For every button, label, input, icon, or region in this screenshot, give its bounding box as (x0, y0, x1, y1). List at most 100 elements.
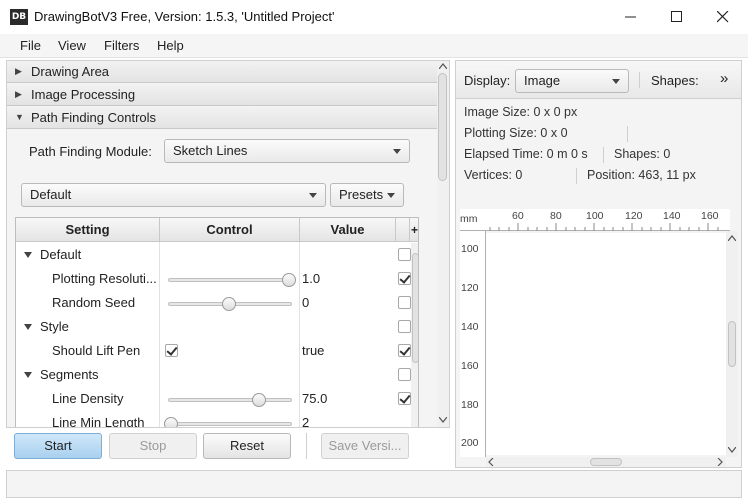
menu-file[interactable]: File (20, 38, 41, 53)
maximize-button[interactable] (654, 0, 700, 34)
column-header-value[interactable]: Value (300, 218, 396, 242)
scroll-up-icon[interactable] (728, 235, 736, 241)
vertical-ruler: 100 120 140 160 180 200 (460, 231, 486, 457)
chevron-down-icon (387, 193, 395, 198)
plotting-size-text: Plotting Size: 0 x 0 (464, 126, 568, 140)
collapse-triangle-icon[interactable] (24, 372, 32, 378)
viewer-toolbar: Display: Image Shapes: » (456, 61, 741, 99)
menu-help[interactable]: Help (157, 38, 184, 53)
slider-thumb[interactable] (252, 393, 266, 407)
panel-scrollbar-thumb[interactable] (438, 73, 447, 181)
horizontal-ruler: mm 60 80 100 120 140 160 (460, 209, 730, 231)
setting-value[interactable]: 75.0 (302, 391, 327, 406)
table-row[interactable]: Line Density 75.0 (16, 387, 418, 411)
setting-value[interactable]: true (302, 343, 324, 358)
table-row[interactable]: Random Seed 0 (16, 291, 418, 315)
window-title: DrawingBotV3 Free, Version: 1.5.3, 'Unti… (34, 9, 335, 24)
section-drawing-area[interactable]: ▶ Drawing Area (7, 61, 437, 83)
table-row-group[interactable]: Default (16, 243, 418, 267)
menu-view[interactable]: View (58, 38, 86, 53)
path-finding-module-select[interactable]: Sketch Lines (164, 139, 410, 163)
table-row-group[interactable]: Segments (16, 363, 418, 387)
setting-value[interactable]: 0 (302, 295, 309, 310)
setting-slider[interactable] (168, 398, 292, 402)
panel-scrollbar[interactable] (437, 61, 449, 427)
slider-thumb[interactable] (164, 417, 178, 427)
setting-label: Plotting Resoluti... (52, 271, 157, 286)
setting-value[interactable]: 2 (302, 415, 309, 427)
chevron-down-icon (309, 193, 317, 198)
scroll-left-icon[interactable] (488, 458, 494, 466)
presets-button[interactable]: Presets (330, 183, 404, 207)
menu-filters[interactable]: Filters (104, 38, 139, 53)
setting-value[interactable]: 1.0 (302, 271, 320, 286)
presets-label: Presets (339, 187, 384, 202)
viewer-vscroll-thumb[interactable] (728, 321, 736, 367)
position-text: Position: 463, 11 px (587, 168, 696, 182)
close-icon (717, 11, 729, 23)
viewer-horizontal-scrollbar[interactable] (486, 457, 726, 467)
row-checkbox[interactable] (398, 296, 411, 309)
table-scrollbar-thumb[interactable] (412, 253, 418, 363)
scroll-down-icon[interactable] (728, 447, 736, 453)
row-checkbox[interactable] (398, 320, 411, 333)
preset-select[interactable]: Default (21, 183, 326, 207)
app-logo-icon: DB (10, 9, 28, 25)
ruler-tick: 80 (550, 210, 562, 222)
section-image-processing[interactable]: ▶ Image Processing (7, 84, 437, 106)
drawing-canvas[interactable] (486, 233, 726, 455)
toolbar-overflow-icon[interactable]: » (720, 70, 728, 87)
row-checkbox[interactable] (398, 368, 411, 381)
section-label: Drawing Area (31, 64, 110, 79)
table-row-group[interactable]: Style (16, 315, 418, 339)
chevron-down-icon (393, 149, 401, 154)
row-checkbox[interactable] (398, 272, 411, 285)
scroll-up-icon[interactable] (439, 63, 447, 69)
column-header-control[interactable]: Control (160, 218, 300, 242)
reset-button[interactable]: Reset (203, 433, 291, 459)
close-button[interactable] (700, 0, 746, 34)
group-label: Default (40, 247, 82, 262)
display-select[interactable]: Image (515, 69, 629, 93)
viewer-hscroll-thumb[interactable] (590, 458, 622, 466)
row-checkbox[interactable] (398, 248, 411, 261)
ruler-ticks-x (489, 223, 719, 231)
table-row[interactable]: Line Min Length 2 (16, 411, 418, 427)
table-row[interactable]: Should Lift Pen true (16, 339, 418, 363)
slider-thumb[interactable] (282, 273, 296, 287)
should-lift-pen-checkbox[interactable] (165, 344, 178, 357)
column-header-setting[interactable]: Setting (16, 218, 160, 242)
scroll-right-icon[interactable] (717, 458, 723, 466)
section-label: Path Finding Controls (31, 110, 157, 125)
viewer-vertical-scrollbar[interactable] (726, 231, 738, 457)
section-path-finding[interactable]: ▼ Path Finding Controls (7, 107, 437, 129)
ruler-tick: 160 (701, 210, 719, 222)
image-size-text: Image Size: 0 x 0 px (464, 105, 578, 119)
minimize-icon (625, 16, 636, 18)
setting-label: Line Density (52, 391, 124, 406)
slider-thumb[interactable] (222, 297, 236, 311)
save-version-button[interactable]: Save Versi... (321, 433, 409, 459)
setting-label: Should Lift Pen (52, 343, 141, 358)
scroll-down-icon[interactable] (439, 417, 447, 423)
table-scrollbar[interactable] (411, 243, 418, 427)
row-checkbox[interactable] (398, 344, 411, 357)
collapse-triangle-icon[interactable] (24, 324, 32, 330)
start-button[interactable]: Start (14, 433, 102, 459)
add-column-button[interactable]: + (410, 218, 418, 242)
minimize-button[interactable] (608, 0, 654, 34)
display-value: Image (524, 73, 561, 88)
status-bar (6, 470, 742, 498)
setting-slider[interactable] (168, 278, 292, 282)
collapse-arrow-icon: ▼ (15, 112, 24, 122)
table-row[interactable]: Plotting Resoluti... 1.0 (16, 267, 418, 291)
setting-slider[interactable] (168, 422, 292, 426)
row-checkbox[interactable] (398, 392, 411, 405)
ruler-tick: 120 (461, 282, 479, 294)
section-label: Image Processing (31, 87, 136, 102)
stop-button[interactable]: Stop (109, 433, 197, 459)
info-separator (576, 168, 577, 184)
collapse-triangle-icon[interactable] (24, 252, 32, 258)
info-separator (627, 126, 628, 142)
display-label: Display: (464, 73, 511, 88)
